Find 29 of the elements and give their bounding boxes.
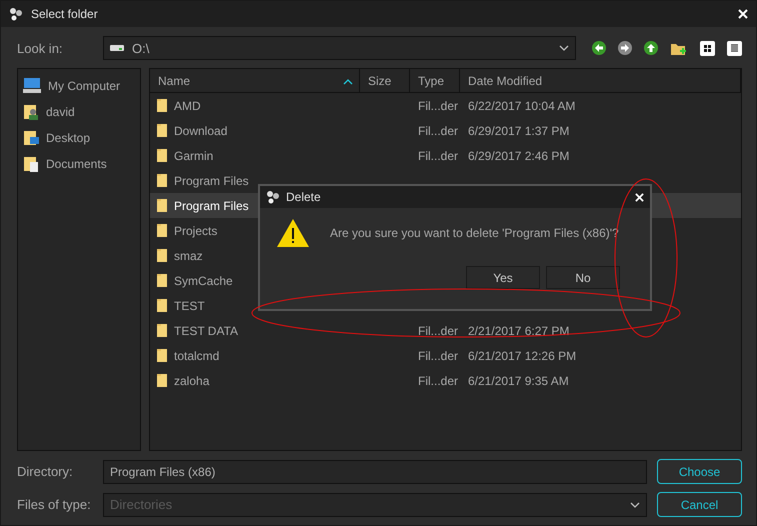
- file-name: totalcmd: [174, 348, 220, 362]
- file-date: 6/29/2017 1:37 PM: [468, 124, 570, 138]
- dialog-title: Delete: [286, 190, 322, 204]
- file-date: 6/22/2017 10:04 AM: [468, 98, 576, 112]
- file-type: Fil...der: [418, 148, 460, 162]
- directory-label: Directory:: [17, 464, 74, 479]
- file-date: 6/21/2017 9:35 AM: [468, 374, 570, 388]
- file-name: Download: [174, 124, 228, 138]
- file-name: AMD: [174, 98, 201, 112]
- file-name: Program Files: [174, 198, 249, 212]
- file-date: 6/29/2017 2:46 PM: [468, 148, 570, 162]
- file-type: Fil...der: [418, 324, 460, 338]
- file-name: Projects: [174, 224, 218, 238]
- file-name: Garmin: [174, 148, 214, 162]
- file-type: Fil...der: [418, 374, 460, 388]
- file-name: Program Files: [174, 174, 249, 188]
- file-name: smaz: [174, 248, 203, 262]
- file-date: 6/21/2017 12:26 PM: [468, 348, 578, 362]
- file-name: TEST: [174, 298, 205, 312]
- file-type: Fil...der: [418, 124, 460, 138]
- file-name: SymCache: [174, 274, 233, 288]
- look-in-label: Look in:: [17, 40, 64, 56]
- file-type: Fil...der: [418, 98, 460, 112]
- file-name: zaloha: [174, 374, 210, 388]
- file-date: 2/21/2017 6:27 PM: [468, 324, 570, 338]
- file-name: TEST DATA: [174, 324, 238, 338]
- window-title: Select folder: [31, 7, 99, 21]
- file-type: Fil...der: [418, 348, 460, 362]
- file-type-label: Files of type:: [17, 497, 92, 512]
